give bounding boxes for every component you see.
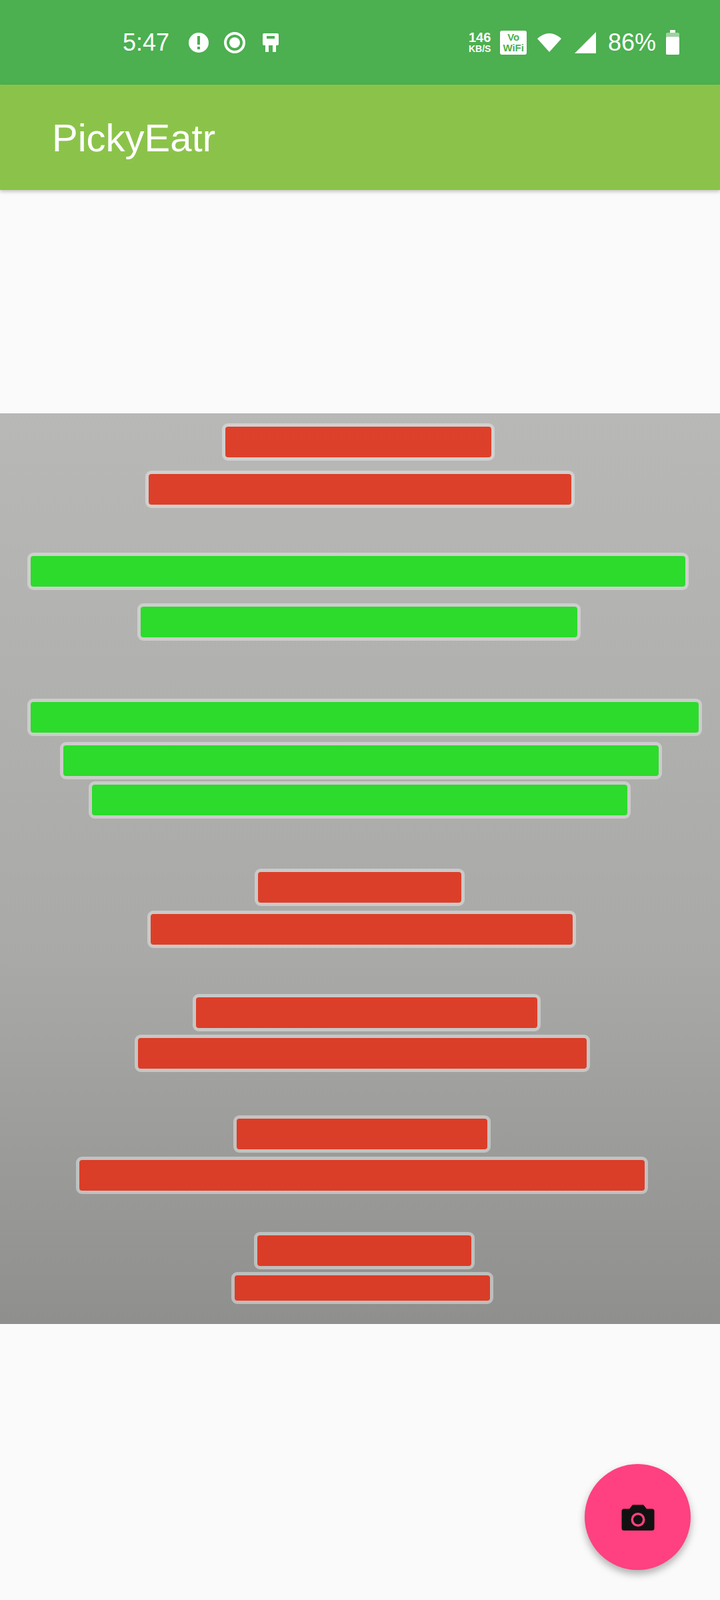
highlight (138, 1038, 587, 1069)
screen: 5:47 146KB/S VoWiFi 86% PickyEatr (0, 0, 720, 1600)
highlight (196, 997, 538, 1028)
highlight (257, 1235, 472, 1266)
status-bar: 5:47 146KB/S VoWiFi 86% (0, 0, 720, 85)
highlight (148, 474, 572, 505)
highlight (236, 1118, 488, 1150)
camera-button[interactable] (584, 1464, 691, 1570)
battery-reading: 86% (608, 28, 656, 57)
highlight (30, 702, 699, 733)
highlight (79, 1160, 645, 1191)
menu-photo (0, 413, 720, 1324)
highlight (258, 872, 462, 903)
battery-icon (665, 30, 680, 56)
vowifi-badge: VoWiFi (500, 30, 527, 55)
app-bar: PickyEatr (0, 84, 720, 190)
app-title: PickyEatr (52, 115, 216, 160)
highlight (225, 426, 492, 458)
highlight (140, 606, 578, 638)
camera-icon (619, 1498, 657, 1536)
content (0, 190, 720, 1324)
device-icon (257, 29, 284, 56)
wifi-icon (536, 29, 563, 56)
alert-icon (185, 29, 212, 56)
highlight (150, 914, 573, 945)
status-time: 5:47 (122, 28, 170, 57)
highlight (63, 745, 659, 776)
signal-icon (572, 29, 599, 56)
highlight (234, 1275, 490, 1301)
highlight (30, 556, 686, 587)
highlight (92, 784, 628, 816)
record-icon (221, 29, 248, 56)
network-speed: 146KB/S (468, 30, 491, 54)
